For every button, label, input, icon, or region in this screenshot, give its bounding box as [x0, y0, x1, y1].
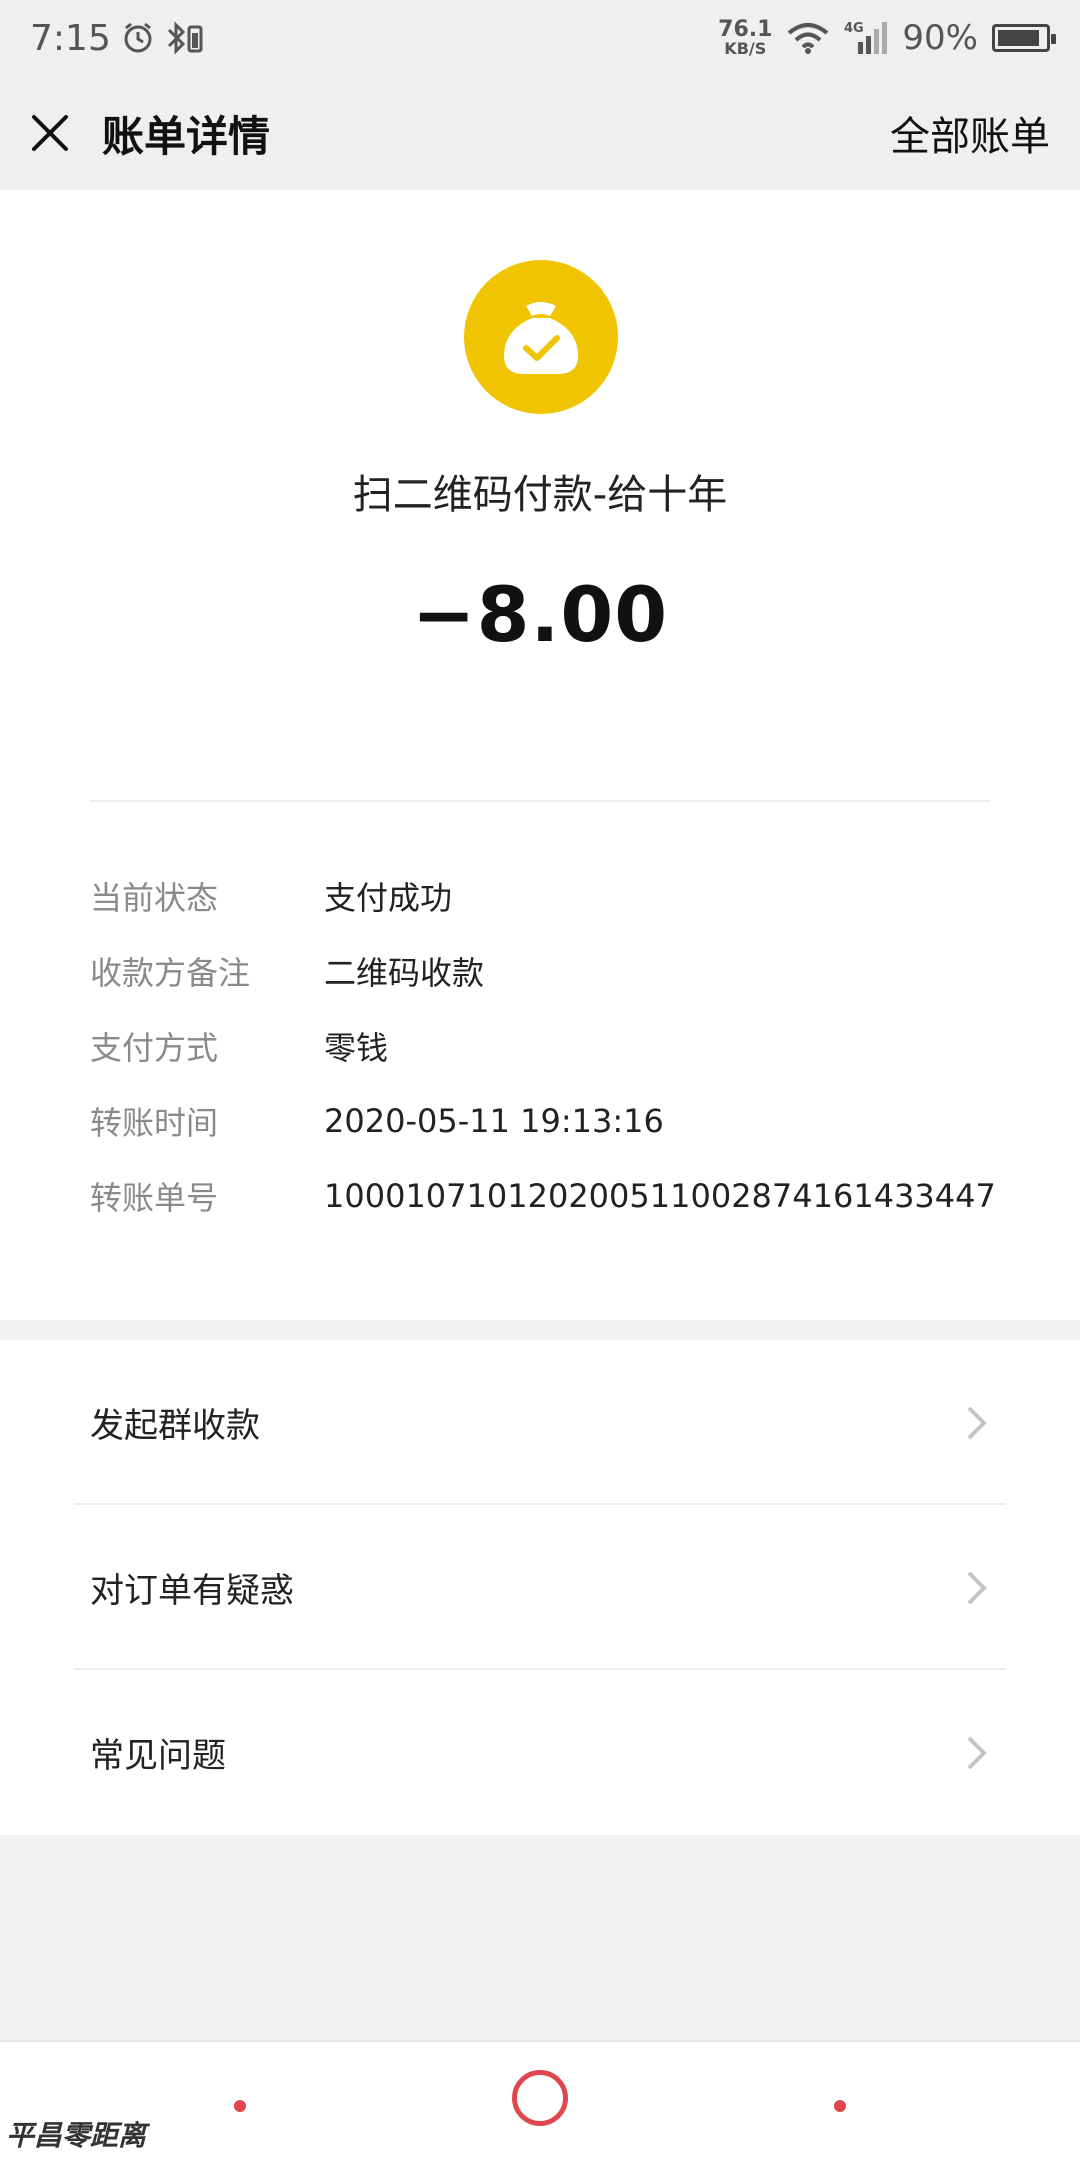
alarm-icon [124, 22, 152, 53]
wifi-icon [788, 23, 829, 54]
status-time: 7:15 [30, 17, 111, 59]
merchant-name: 扫二维码付款-给十年 [352, 472, 728, 518]
bluetooth-battery-icon [167, 21, 203, 55]
transaction-amount: −8.00 [411, 570, 669, 659]
home-button[interactable] [512, 2070, 568, 2126]
battery-percent: 90% [902, 18, 978, 58]
detail-row-status: 当前状态 支付成功 [90, 878, 453, 917]
status-bar: 7:15 76.1 KB/S 4G 90% [0, 0, 1080, 76]
battery-icon [992, 24, 1056, 52]
bill-detail-page: 7:15 76.1 KB/S 4G 90% 账单详情 全部账单 扫二维码付款-给… [0, 0, 1080, 2160]
menu-item-faq[interactable]: 常见问题 [0, 1670, 1080, 1835]
nav-dot-left[interactable] [234, 2100, 246, 2112]
page-title: 账单详情 [102, 111, 271, 161]
detail-row-transfer-time: 转账时间 2020-05-11 19:13:16 [90, 1101, 664, 1142]
divider [90, 800, 990, 802]
close-icon[interactable] [30, 113, 70, 153]
detail-row-payee-note: 收款方备注 二维码收款 [90, 953, 485, 992]
svg-text:4G: 4G [844, 21, 864, 36]
watermark-logo: 平昌零距离 [6, 2119, 147, 2152]
all-bills-link[interactable]: 全部账单 [890, 104, 1050, 162]
nav-dot-right[interactable] [834, 2100, 846, 2112]
transaction-card: 扫二维码付款-给十年 −8.00 当前状态 支付成功 收款方备注 二维码收款 支… [0, 190, 1080, 1320]
detail-row-transfer-number: 转账单号 100010710120200511002874161433447 [90, 1176, 996, 1217]
menu-item-order-question[interactable]: 对订单有疑惑 [0, 1505, 1080, 1670]
net-speed: 76.1 KB/S [718, 17, 773, 58]
detail-row-payment-method: 支付方式 零钱 [90, 1028, 389, 1067]
money-bag-check-icon [464, 260, 618, 414]
menu-item-group-collect[interactable]: 发起群收款 [0, 1340, 1080, 1505]
chevron-right-icon [967, 1406, 987, 1439]
details-list: 当前状态 支付成功 收款方备注 二维码收款 支付方式 零钱 转账时间 2020-… [90, 858, 1040, 1233]
chevron-right-icon [967, 1571, 987, 1604]
cellular-signal-icon: 4G [844, 21, 888, 54]
system-nav-bar [0, 2040, 1080, 2160]
chevron-right-icon [967, 1736, 987, 1769]
action-menu: 发起群收款 对订单有疑惑 常见问题 [0, 1340, 1080, 1835]
nav-bar: 账单详情 全部账单 [0, 76, 1080, 190]
